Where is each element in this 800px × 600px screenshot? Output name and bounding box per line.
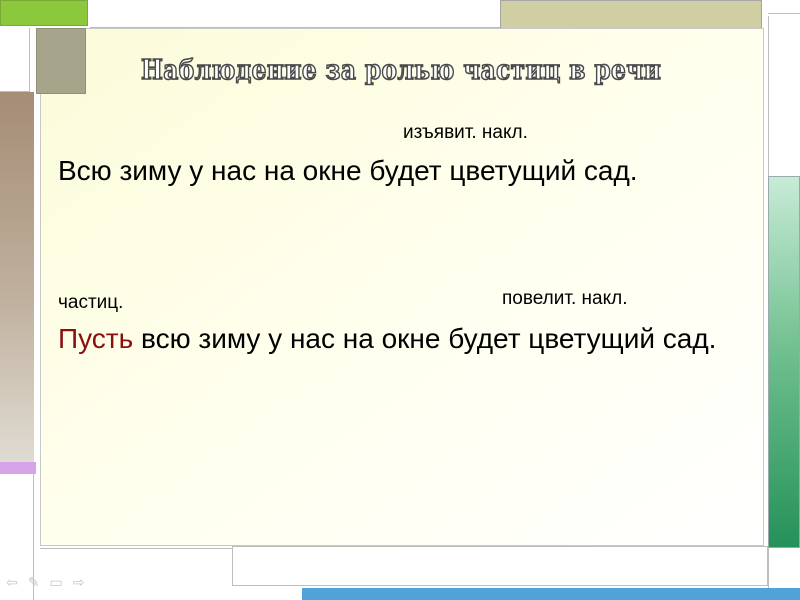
sentence-one: Всю зиму у нас на окне будет цветущий са… (58, 155, 638, 186)
sentence-two-rest: всю зиму у нас на окне будет цветущий са… (133, 323, 717, 354)
note-indicative-mood: изъявит. накл. (403, 122, 528, 143)
decor-bottom-left (40, 548, 238, 600)
decor-top-green (0, 0, 88, 26)
forward-arrow-icon[interactable]: ⇨ (73, 576, 85, 590)
slide-content-panel (40, 28, 764, 546)
decor-top-middle (90, 0, 500, 28)
sentence-two: Пусть всю зиму у нас на окне будет цвету… (58, 318, 758, 360)
decor-left-gradient (0, 92, 34, 464)
back-arrow-icon[interactable]: ⇦ (6, 576, 18, 590)
decor-right-green (768, 176, 800, 548)
pen-icon[interactable]: ✎ (28, 576, 40, 590)
slide-navigation: ⇦ ✎ ▭ ⇨ (6, 576, 84, 590)
decor-right-white (768, 16, 800, 176)
decor-top-far-right (768, 0, 800, 14)
particle-word: Пусть (58, 323, 134, 354)
decor-left-lavender (0, 462, 36, 474)
decor-bottom-blue (302, 588, 800, 600)
decor-bottom-box (232, 546, 768, 586)
slide-title: Наблюдение за ролью частиц в речи (140, 54, 662, 87)
note-particle: частиц. (58, 292, 124, 313)
menu-icon[interactable]: ▭ (49, 576, 62, 590)
decor-left-white (0, 28, 30, 92)
note-imperative-mood: повелит. накл. (502, 288, 628, 309)
